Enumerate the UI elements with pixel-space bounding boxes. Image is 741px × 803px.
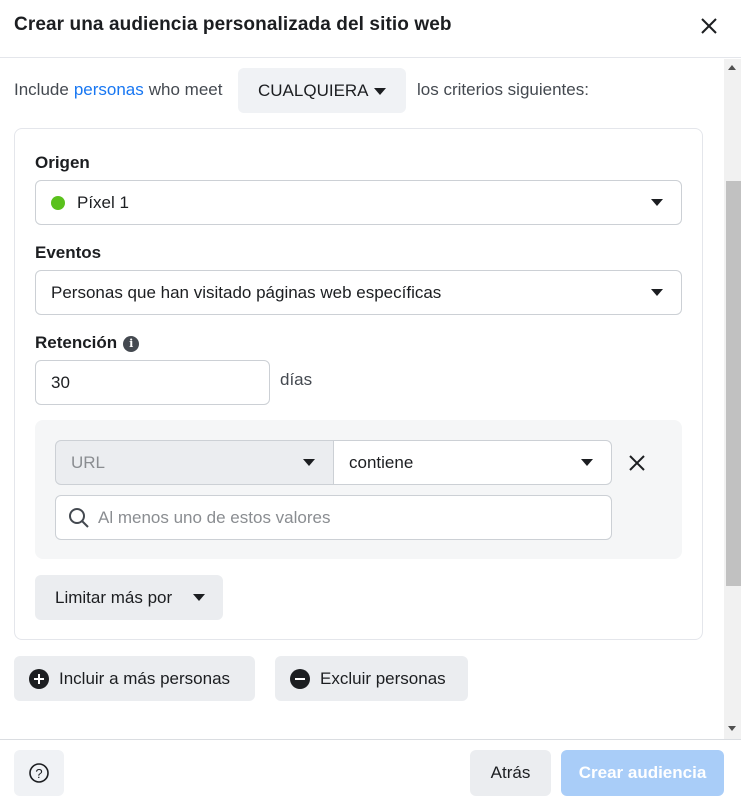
include-more-label: Incluir a más personas [59,668,231,688]
include-more-button[interactable]: Incluir a más personas [14,656,255,701]
close-icon [701,18,717,34]
exclude-button[interactable]: Excluir personas [275,656,468,701]
scrollbar-thumb[interactable] [726,181,741,586]
retention-unit: días [280,370,313,389]
dialog-header: Crear una audiencia personalizada del si… [0,0,741,58]
scrollbar[interactable] [724,59,741,739]
exclude-label: Excluir personas [320,668,446,688]
match-type-select[interactable]: CUALQUIERA [238,68,406,113]
chevron-down-icon [193,594,205,601]
include-prefix: Include [14,80,69,99]
rule-value-placeholder: Al menos uno de estos valores [98,507,331,527]
close-button[interactable] [696,13,722,39]
info-icon[interactable]: i [123,336,140,352]
back-button[interactable]: Atrás [470,750,551,796]
remove-rule-button[interactable] [626,452,648,474]
create-audience-button[interactable]: Crear audiencia [561,750,724,796]
chevron-down-icon [651,289,663,296]
include-criteria-row: Include personas who meet [14,68,222,112]
retention-days-input[interactable]: 30 [35,360,270,405]
include-middle: who meet [148,80,223,99]
pixel-status-dot [51,195,65,210]
events-label: Eventos [35,243,102,262]
events-select[interactable]: Personas que han visitado páginas web es… [35,270,682,315]
scroll-down-arrow-icon[interactable] [728,726,736,731]
retention-label: Retención [35,333,118,352]
plus-circle-icon [29,668,49,689]
help-button[interactable]: ? [14,750,64,796]
search-icon [69,507,89,528]
chevron-down-icon [374,88,386,95]
rule-field-select[interactable]: URL [55,440,334,485]
rule-operator-value: contiene [349,452,414,472]
source-label: Origen [35,153,90,172]
chevron-down-icon [651,199,663,206]
rule-value-input[interactable]: Al menos uno de estos valores [55,495,612,540]
rule-field-value: URL [71,452,106,472]
svg-text:?: ? [35,766,42,781]
match-type-value: CUALQUIERA [258,80,369,100]
source-value: Píxel 1 [77,192,129,212]
scroll-up-arrow-icon[interactable] [728,65,736,70]
retention-label-row: Retención i [35,333,140,353]
chevron-down-icon [581,459,593,466]
personas-link[interactable]: personas [74,80,144,100]
close-icon [629,455,645,471]
chevron-down-icon [303,459,315,466]
minus-circle-icon [290,668,310,689]
rule-operator-select[interactable]: contiene [333,440,612,485]
source-select[interactable]: Píxel 1 [35,180,682,225]
question-icon: ? [29,763,49,783]
events-value: Personas que han visitado páginas web es… [51,282,442,302]
refine-by-label: Limitar más por [55,587,173,607]
dialog-title: Crear una audiencia personalizada del si… [14,14,452,35]
refine-by-button[interactable]: Limitar más por [35,575,223,620]
criteria-suffix: los criterios siguientes: [417,80,589,99]
